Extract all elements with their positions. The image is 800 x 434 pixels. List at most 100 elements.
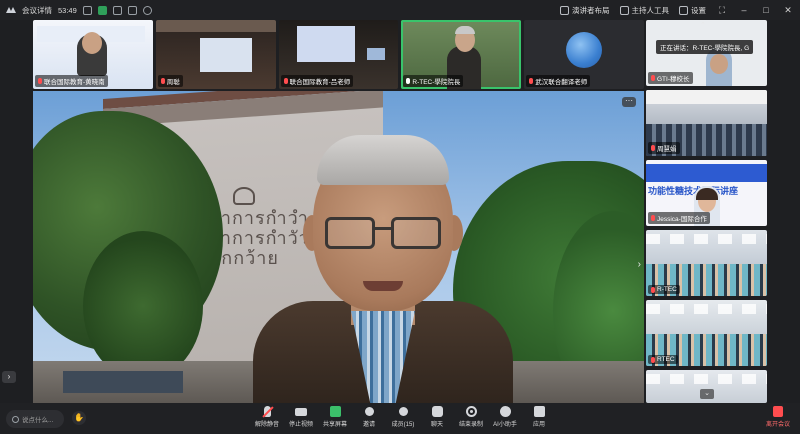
participant-tile[interactable]: 联合国际教育-黄晓南	[33, 20, 153, 89]
leave-meeting-label: 离开会议	[766, 422, 791, 428]
members-label: 成员(15)	[391, 422, 415, 428]
participant-name: 联合国际教育-吕老师	[289, 79, 351, 86]
share-screen-button[interactable]: 共享屏幕	[318, 406, 352, 428]
info-icon[interactable]	[142, 5, 152, 15]
raise-hand-icon[interactable]: ✋	[72, 411, 86, 425]
maximize-icon[interactable]: □	[760, 5, 772, 15]
apps-icon	[533, 406, 545, 417]
participant-name: R-TEC-學院院長	[412, 79, 461, 86]
settings-button[interactable]: 设置	[679, 5, 706, 16]
members-button[interactable]: 成员(15)	[386, 406, 420, 428]
chevron-right-icon[interactable]: ›	[638, 259, 641, 270]
chat-icon	[431, 406, 443, 417]
room-screen	[296, 26, 355, 62]
participant-tile[interactable]: 武汉联合翻译老师	[524, 20, 644, 89]
app-logo-icon	[6, 6, 16, 14]
invite-label: 邀请	[362, 422, 375, 428]
ai-assistant-label: AI小助手	[493, 422, 517, 428]
gear-icon	[679, 5, 688, 15]
chevron-up-icon[interactable]: ⌃	[700, 21, 706, 29]
participant-tile[interactable]: RTEC	[646, 300, 767, 366]
ceiling-lights	[646, 374, 767, 384]
share-screen-label: 共享屏幕	[322, 422, 347, 428]
room-ceiling	[155, 20, 276, 32]
participant-tile[interactable]: 正在讲话：R-TEC-學院院長, G GTI-穆校长	[646, 20, 767, 86]
host-tools-button[interactable]: 主持人工具	[619, 5, 669, 16]
participant-face	[82, 32, 102, 54]
speaker-hair	[317, 135, 449, 185]
stop-video-label: 停止视频	[288, 422, 313, 428]
tree-left-lower	[83, 231, 203, 381]
quick-chat-input[interactable]: 说点什么...	[6, 410, 64, 428]
apps-button[interactable]: 应用	[522, 406, 556, 428]
speaker-glasses	[325, 217, 441, 251]
participant-tile[interactable]: 联合国际教育-吕老师	[278, 20, 399, 89]
avatar	[566, 32, 603, 68]
fullscreen-icon[interactable]: ⛶	[716, 5, 728, 16]
mic-muted-icon	[651, 356, 655, 363]
participant-tile[interactable]: R-TEC	[646, 230, 767, 296]
meeting-timer: 53:49	[58, 5, 77, 15]
meeting-toolbar: 说点什么... ✋ 解除静音 停止视频 共享屏幕 邀请 成员(15) 聊天 结束…	[0, 403, 800, 434]
participant-tile-active-speaker[interactable]: R-TEC-學院院長	[401, 20, 522, 89]
chevron-down-icon[interactable]: ⌄	[700, 389, 714, 399]
participant-name-tag: 联合国际教育-吕老师	[280, 75, 354, 87]
glasses-lens-left	[325, 217, 375, 249]
ai-assistant-button[interactable]: AI小助手	[488, 406, 522, 428]
network-status-icon[interactable]	[97, 5, 107, 15]
mic-muted-icon	[651, 145, 655, 151]
more-options-icon[interactable]: ···	[622, 97, 636, 107]
mic-muted-icon	[651, 286, 655, 293]
title-bar: 会议详情 53:49 演讲者布局 主持人工具 设置 ⛶ – □ ✕	[0, 0, 800, 20]
unmute-label: 解除静音	[254, 422, 279, 428]
mic-muted-icon	[529, 78, 534, 84]
participant-name: 联合国际教育-黄晓南	[44, 79, 105, 86]
unmute-button[interactable]: 解除静音	[250, 406, 284, 428]
chat-label: 聊天	[430, 422, 443, 428]
close-icon[interactable]: ✕	[782, 5, 794, 16]
apps-label: 应用	[532, 422, 545, 428]
room-monitor	[366, 48, 385, 60]
leave-meeting-button[interactable]: 离开会议	[766, 406, 790, 428]
mic-muted-icon	[651, 215, 655, 221]
mic-muted-icon	[160, 78, 165, 84]
exit-icon	[773, 406, 783, 417]
camera-icon	[295, 408, 307, 416]
speaker-mouth	[363, 281, 403, 291]
share-screen-icon	[329, 406, 341, 417]
host-tools-icon	[619, 5, 629, 15]
emoji-icon	[12, 415, 19, 423]
chat-button[interactable]: 聊天	[420, 406, 454, 428]
mic-muted-icon	[651, 75, 655, 81]
mic-active-icon	[406, 78, 411, 84]
stats-icon[interactable]	[127, 5, 137, 15]
mic-off-icon	[263, 406, 271, 417]
now-speaking-banner: 正在讲话：R-TEC-學院院長, G	[656, 40, 754, 54]
participant-sidebar: 正在讲话：R-TEC-學院院長, G GTI-穆校长 周慧娟 功能性糖技术国际讲…	[646, 20, 767, 403]
minimize-icon[interactable]: –	[738, 5, 750, 15]
ceiling-lights	[646, 304, 767, 314]
mic-muted-icon	[38, 78, 42, 84]
stop-video-button[interactable]: 停止视频	[284, 406, 318, 428]
layout-grid-icon[interactable]	[112, 5, 122, 15]
chevron-right-icon[interactable]: ›	[2, 371, 16, 383]
participant-tile[interactable]: 周聪	[155, 20, 276, 89]
participant-name: RTEC	[657, 356, 675, 363]
participant-name-tag: Jessica-国际合作	[648, 212, 710, 224]
participant-tile[interactable]: 功能性糖技术国际讲座 Jessica-国际合作	[646, 160, 767, 226]
main-speaker-video[interactable]: ภาการกำวำ ภาการกำวัว นักกว้าย ··· ›	[33, 91, 644, 403]
participant-name-tag: R-TEC-學院院長	[403, 75, 464, 87]
share-link-icon[interactable]	[82, 5, 92, 15]
glasses-lens-right	[391, 217, 441, 249]
room-screen	[199, 38, 252, 72]
participant-name-tag: 武汉联合翻译老师	[526, 75, 591, 87]
participant-tile[interactable]: 周慧娟	[646, 90, 767, 156]
building-windows	[63, 371, 183, 393]
record-icon	[465, 406, 477, 417]
speaker-layout-button[interactable]: 演讲者布局	[560, 5, 610, 16]
invite-button[interactable]: 邀请	[352, 406, 386, 428]
meeting-details-link[interactable]: 会议详情	[22, 5, 52, 16]
participant-face	[710, 54, 728, 74]
stop-recording-button[interactable]: 结束录制	[454, 406, 488, 428]
participant-name: 周聪	[166, 79, 180, 86]
